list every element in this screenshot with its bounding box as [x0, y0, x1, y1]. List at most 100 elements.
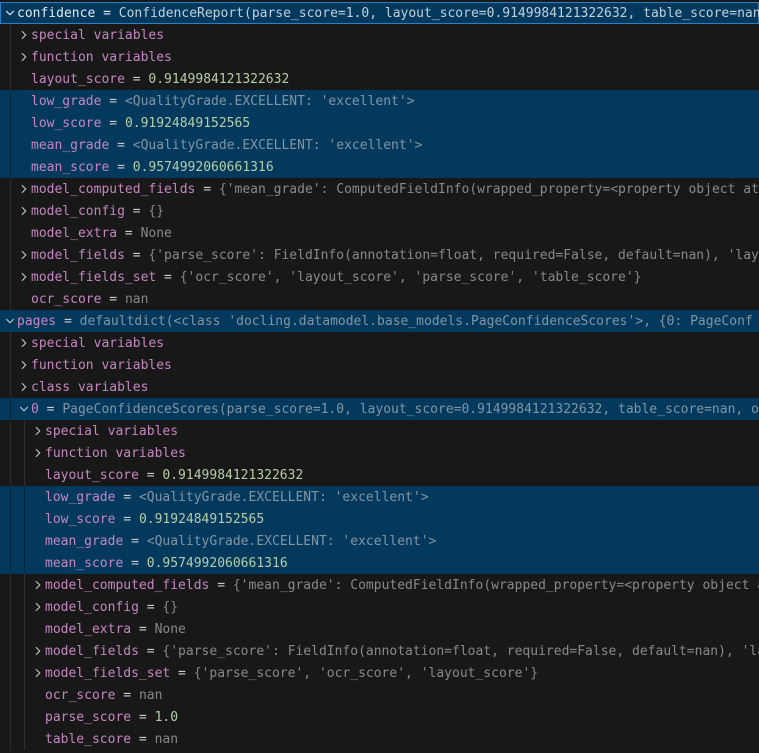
variable-row[interactable]: mean_score = 0.9574992060661316: [0, 156, 759, 178]
chevron-right-icon[interactable]: [31, 420, 45, 442]
variable-name: low_score: [45, 512, 115, 527]
chevron-down-icon[interactable]: [3, 310, 17, 332]
variable-row[interactable]: model_fields = {'parse_score': FieldInfo…: [0, 640, 759, 662]
variable-row[interactable]: special variables: [0, 332, 759, 354]
variable-row[interactable]: 0 = PageConfidenceScores(parse_score=1.0…: [0, 398, 759, 420]
variable-row[interactable]: parse_score = 1.0: [0, 706, 759, 728]
variable-row[interactable]: low_score = 0.91924849152565: [0, 508, 759, 530]
indent-guide: [10, 442, 11, 464]
variable-name: class variables: [31, 380, 148, 395]
chevron-right-icon[interactable]: [17, 46, 31, 68]
variable-row[interactable]: model_fields_set = {'parse_score', 'ocr_…: [0, 662, 759, 684]
chevron-down-icon[interactable]: [3, 2, 17, 24]
variable-label: special variables: [45, 424, 178, 439]
variable-row[interactable]: low_grade = <QualityGrade.EXCELLENT: 'ex…: [0, 90, 759, 112]
indent-guide: [24, 552, 25, 574]
indent-guide: [10, 530, 11, 552]
variable-row[interactable]: function variables: [0, 354, 759, 376]
variable-row[interactable]: model_config = {}: [0, 596, 759, 618]
variable-name: model_fields: [31, 248, 125, 263]
indent-guide: [24, 706, 25, 728]
variable-row[interactable]: mean_score = 0.9574992060661316: [0, 552, 759, 574]
variable-name: confidence: [17, 6, 95, 21]
chevron-right-icon[interactable]: [17, 178, 31, 200]
variable-row[interactable]: model_config = {}: [0, 200, 759, 222]
indent-guide: [10, 376, 11, 398]
variable-row[interactable]: model_fields = {'parse_score': FieldInfo…: [0, 244, 759, 266]
variable-value: {}: [162, 600, 178, 615]
variable-label: model_config = {}: [31, 204, 164, 219]
variable-value: nan: [125, 292, 148, 307]
variable-name: model_fields: [45, 644, 139, 659]
equals-sign: =: [101, 116, 124, 131]
variable-row[interactable]: confidence = ConfidenceReport(parse_scor…: [0, 2, 759, 24]
variable-value: {}: [148, 204, 164, 219]
variable-row[interactable]: special variables: [0, 24, 759, 46]
variable-row[interactable]: model_fields_set = {'ocr_score', 'layout…: [0, 266, 759, 288]
chevron-down-icon[interactable]: [17, 398, 31, 420]
chevron-right-icon[interactable]: [17, 266, 31, 288]
variable-value: 0.91924849152565: [125, 116, 250, 131]
chevron-right-icon[interactable]: [17, 24, 31, 46]
equals-sign: =: [115, 490, 138, 505]
equals-sign: =: [195, 182, 218, 197]
variable-label: model_computed_fields = {'mean_grade': C…: [31, 182, 759, 197]
chevron-right-icon[interactable]: [17, 332, 31, 354]
variable-name: ocr_score: [45, 688, 115, 703]
variable-row[interactable]: ocr_score = nan: [0, 684, 759, 706]
chevron-right-icon[interactable]: [17, 376, 31, 398]
equals-sign: =: [123, 534, 146, 549]
variable-row[interactable]: special variables: [0, 420, 759, 442]
variable-row[interactable]: mean_grade = <QualityGrade.EXCELLENT: 'e…: [0, 134, 759, 156]
variable-value: 0.9574992060661316: [147, 556, 288, 571]
variable-label: model_fields_set = {'parse_score', 'ocr_…: [45, 666, 538, 681]
variable-row[interactable]: pages = defaultdict(<class 'docling.data…: [0, 310, 759, 332]
variable-row[interactable]: class variables: [0, 376, 759, 398]
chevron-right-icon[interactable]: [17, 244, 31, 266]
variable-name: low_score: [31, 116, 101, 131]
indent-guide: [24, 728, 25, 750]
indent-guide: [10, 574, 11, 596]
variable-row[interactable]: low_grade = <QualityGrade.EXCELLENT: 'ex…: [0, 486, 759, 508]
variable-name: special variables: [31, 28, 164, 43]
chevron-right-icon[interactable]: [17, 354, 31, 376]
variable-value: defaultdict(<class 'docling.datamodel.ba…: [80, 314, 753, 329]
equals-sign: =: [101, 94, 124, 109]
chevron-right-icon[interactable]: [31, 640, 45, 662]
variable-label: low_score = 0.91924849152565: [31, 116, 250, 131]
chevron-right-icon[interactable]: [31, 442, 45, 464]
variable-row[interactable]: mean_grade = <QualityGrade.EXCELLENT: 'e…: [0, 530, 759, 552]
indent-guide: [10, 288, 11, 310]
debug-variables-tree: confidence = ConfidenceReport(parse_scor…: [0, 0, 759, 753]
chevron-right-icon[interactable]: [31, 574, 45, 596]
chevron-right-icon[interactable]: [31, 662, 45, 684]
variable-row[interactable]: function variables: [0, 442, 759, 464]
chevron-right-icon[interactable]: [31, 596, 45, 618]
variable-row[interactable]: model_computed_fields = {'mean_grade': C…: [0, 178, 759, 200]
equals-sign: =: [139, 644, 162, 659]
variable-row[interactable]: layout_score = 0.9149984121322632: [0, 68, 759, 90]
variable-row[interactable]: layout_score = 0.9149984121322632: [0, 464, 759, 486]
variable-row[interactable]: low_score = 0.91924849152565: [0, 112, 759, 134]
variable-name: special variables: [31, 336, 164, 351]
variable-name: table_score: [45, 732, 131, 747]
twisty-spacer: [31, 728, 45, 750]
twisty-spacer: [17, 134, 31, 156]
variable-label: model_extra = None: [45, 622, 186, 637]
indent-guide: [10, 46, 11, 68]
variable-row[interactable]: model_extra = None: [0, 222, 759, 244]
variable-row[interactable]: ocr_score = nan: [0, 288, 759, 310]
variable-row[interactable]: function variables: [0, 46, 759, 68]
variable-row[interactable]: model_computed_fields = {'mean_grade': C…: [0, 574, 759, 596]
variable-label: parse_score = 1.0: [45, 710, 178, 725]
variable-value: {'mean_grade': ComputedFieldInfo(wrapped…: [233, 578, 759, 593]
variable-label: function variables: [31, 358, 172, 373]
variable-row[interactable]: table_score = nan: [0, 728, 759, 750]
variable-value: 0.9574992060661316: [133, 160, 274, 175]
indent-guide: [24, 684, 25, 706]
variable-name: model_fields_set: [45, 666, 170, 681]
variable-name: function variables: [31, 50, 172, 65]
indent-guide: [24, 662, 25, 684]
chevron-right-icon[interactable]: [17, 200, 31, 222]
variable-row[interactable]: model_extra = None: [0, 618, 759, 640]
